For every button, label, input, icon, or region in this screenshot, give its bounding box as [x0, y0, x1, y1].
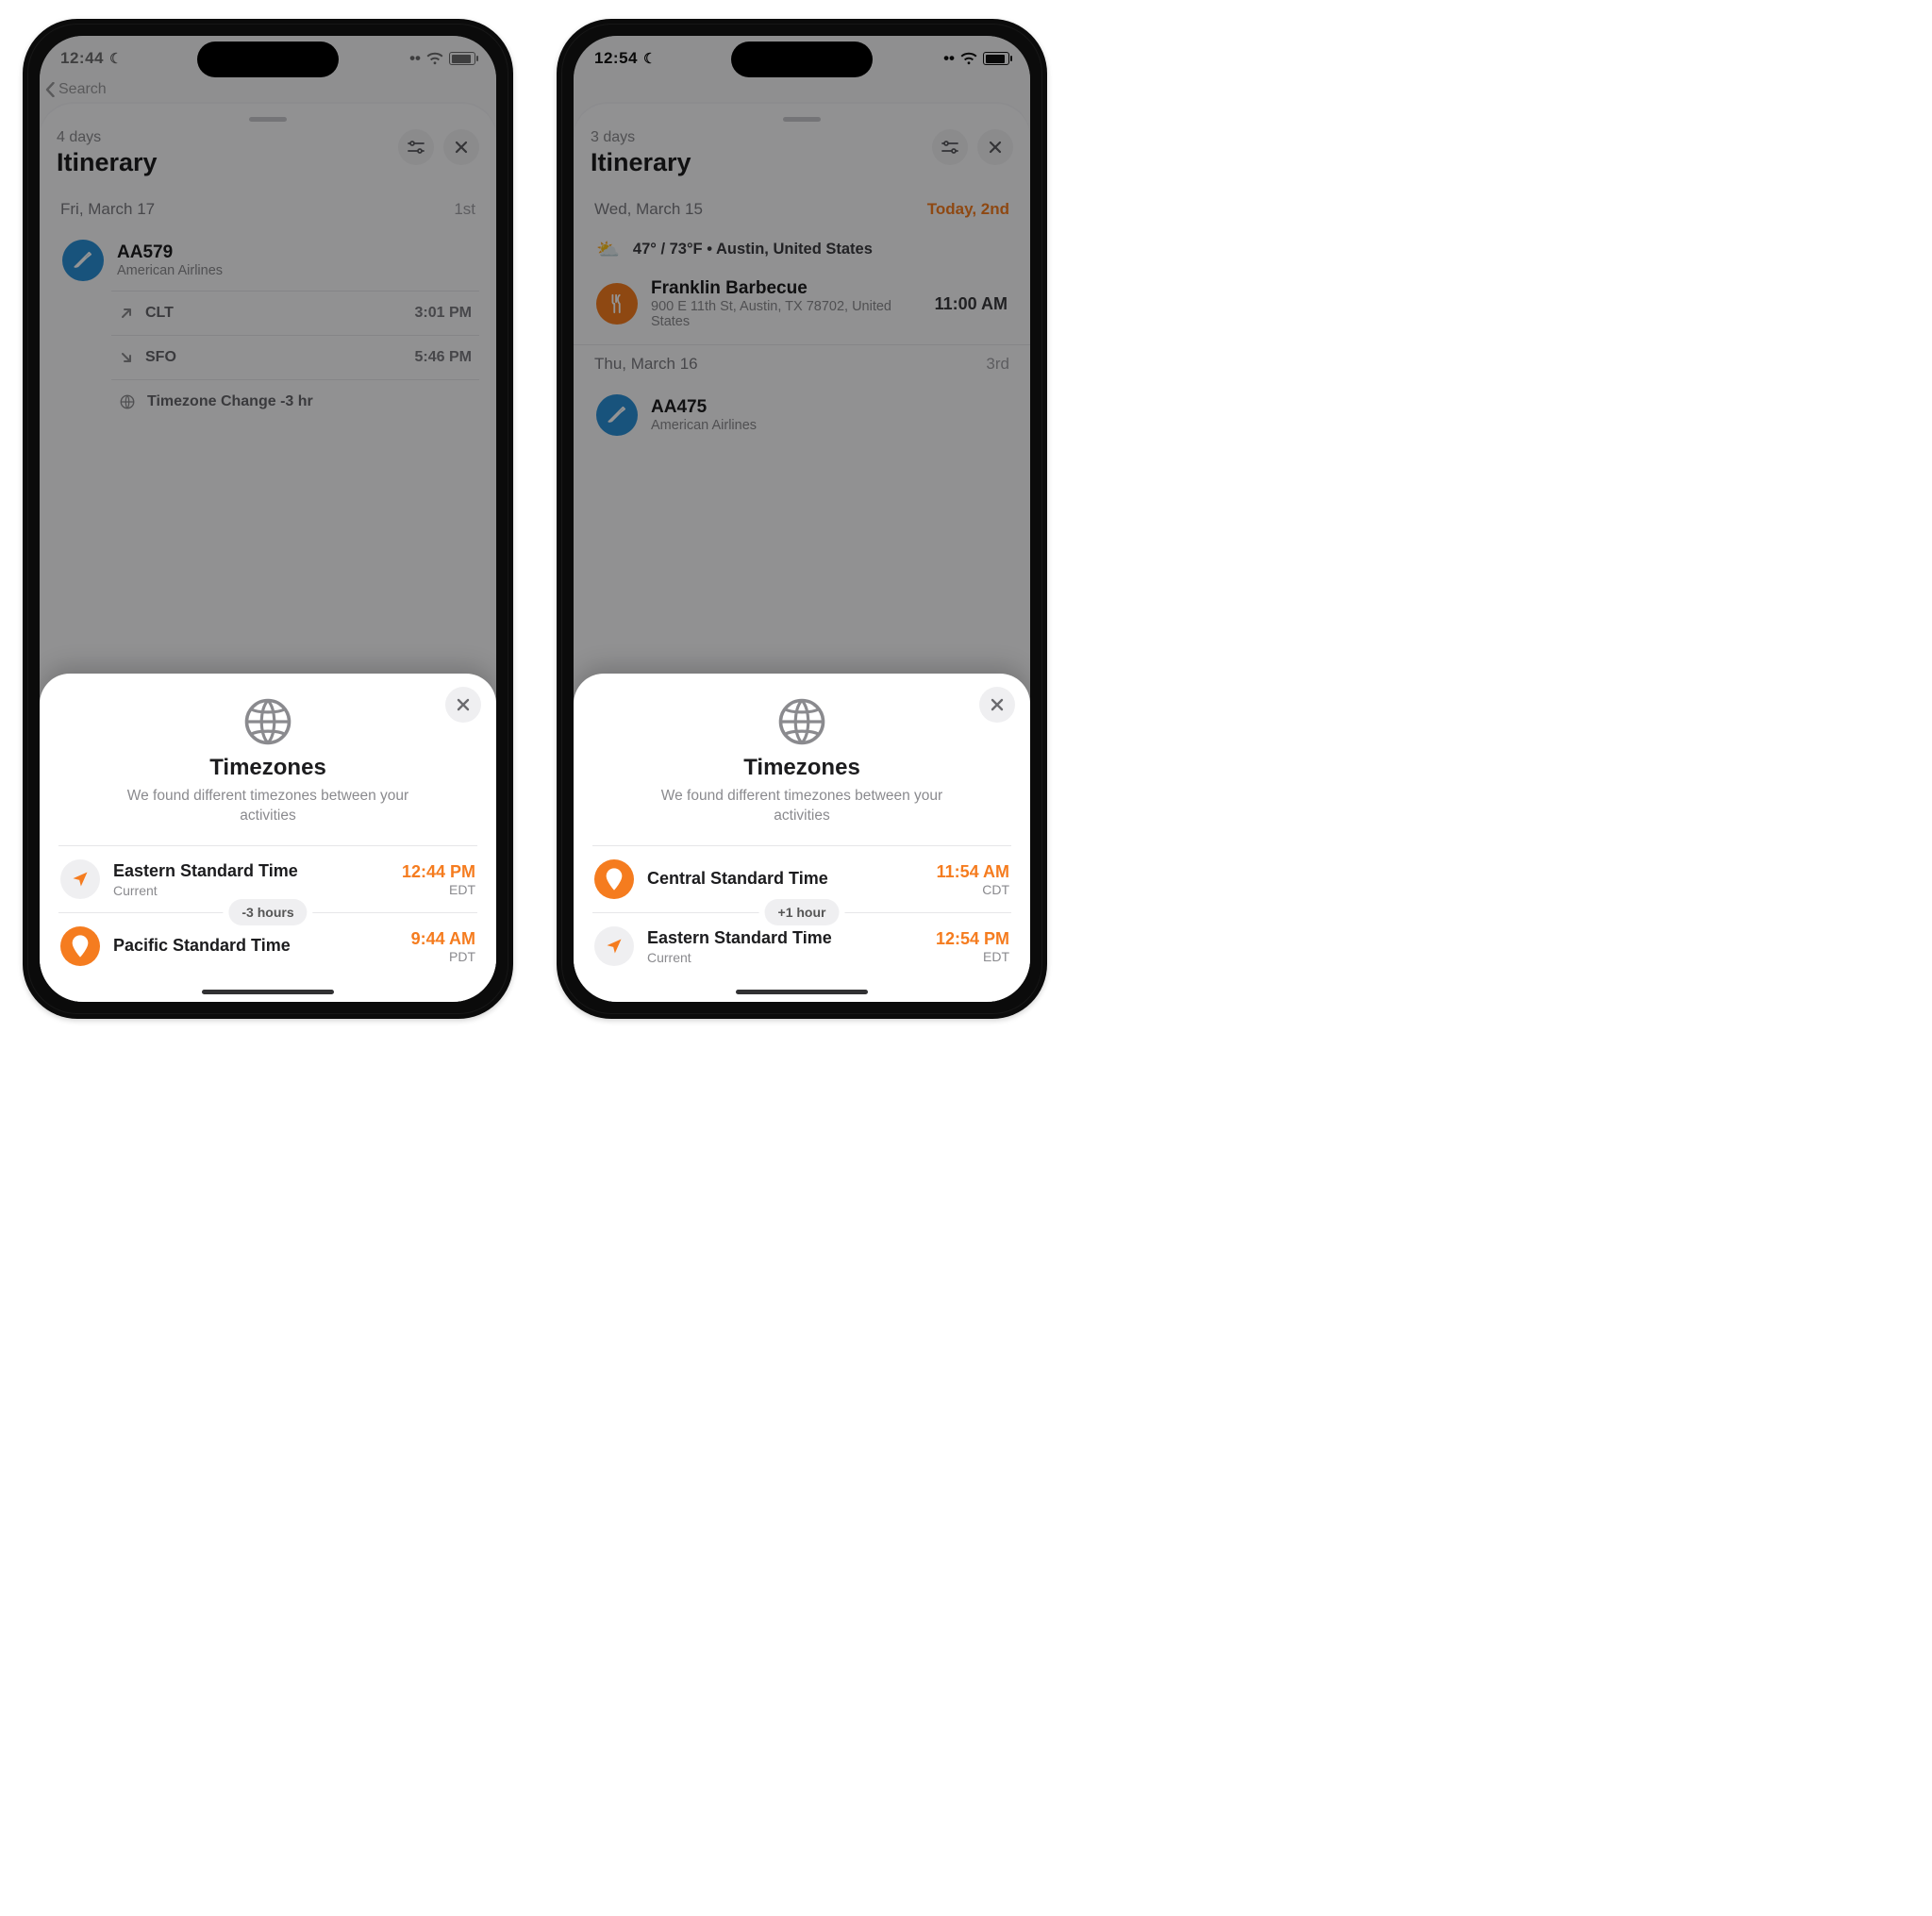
modal-subtitle: We found different timezones between you… [98, 787, 438, 826]
modal-close-button[interactable] [979, 687, 1015, 723]
home-indicator[interactable] [202, 990, 334, 994]
tz-sub: Current [647, 950, 923, 965]
screen: 12:44 ☾ •• Search 4 days Itiner [40, 36, 496, 1002]
tz-delta-chip: +1 hour [765, 899, 840, 925]
tz-time: 12:44 PM [402, 862, 475, 882]
map-pin-icon [60, 926, 100, 966]
tz-delta-chip: -3 hours [228, 899, 307, 925]
location-arrow-icon [594, 926, 634, 966]
modal-title: Timezones [592, 755, 1011, 781]
modal-close-button[interactable] [445, 687, 481, 723]
tz-abbr: EDT [936, 949, 1009, 964]
tz-abbr: PDT [411, 949, 475, 964]
tz-name: Eastern Standard Time [113, 861, 389, 881]
tz-abbr: CDT [937, 882, 1009, 897]
tz-time: 9:44 AM [411, 929, 475, 949]
tz-abbr: EDT [402, 882, 475, 897]
tz-name: Central Standard Time [647, 869, 924, 889]
dynamic-island [197, 42, 339, 77]
dynamic-island [731, 42, 873, 77]
tz-name: Pacific Standard Time [113, 936, 398, 956]
map-pin-icon [594, 859, 634, 899]
close-icon [457, 698, 470, 711]
location-arrow-icon [60, 859, 100, 899]
tz-time: 12:54 PM [936, 929, 1009, 949]
globe-icon [776, 696, 827, 747]
screen: 12:54 ☾ •• 3 days Itinerary [574, 36, 1030, 1002]
phone-right: 12:54 ☾ •• 3 days Itinerary [557, 19, 1047, 1019]
timezones-modal: Timezones We found different timezones b… [40, 674, 496, 1002]
modal-subtitle: We found different timezones between you… [632, 787, 972, 826]
tz-name: Eastern Standard Time [647, 928, 923, 948]
globe-icon [242, 696, 293, 747]
close-icon [991, 698, 1004, 711]
home-indicator[interactable] [736, 990, 868, 994]
modal-title: Timezones [58, 755, 477, 781]
stage: 12:44 ☾ •• Search 4 days Itiner [0, 0, 1932, 1038]
tz-sub: Current [113, 883, 389, 898]
timezones-modal: Timezones We found different timezones b… [574, 674, 1030, 1002]
tz-time: 11:54 AM [937, 862, 1009, 882]
phone-left: 12:44 ☾ •• Search 4 days Itiner [23, 19, 513, 1019]
